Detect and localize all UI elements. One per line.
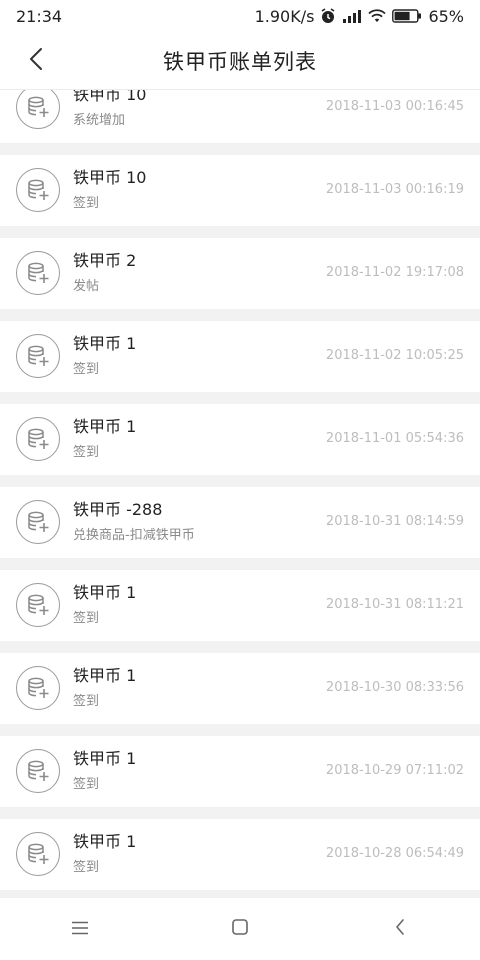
- record-text: 铁甲币 1 签到: [73, 333, 136, 379]
- record-text: 铁甲币 10 系统增加: [73, 90, 146, 130]
- battery-icon: [392, 9, 422, 23]
- app-header: 铁甲币账单列表: [0, 32, 480, 90]
- coin-stack-add-icon: [16, 334, 60, 378]
- record-time: 2018-10-30 08:33:56: [325, 680, 464, 695]
- record-reason: 签到: [73, 445, 100, 460]
- network-speed: 1.90K/s: [254, 6, 315, 26]
- list-item[interactable]: 铁甲币 2 发帖 2018-11-02 19:17:08: [0, 238, 480, 309]
- coin-stack-add-icon: [16, 500, 60, 544]
- record-reason: 签到: [73, 196, 100, 211]
- record-amount: 铁甲币 1: [73, 417, 137, 436]
- record-reason: 签到: [73, 611, 100, 626]
- coin-stack-add-icon: [16, 749, 60, 793]
- coin-stack-add-icon: [16, 168, 60, 212]
- wifi-icon: [368, 9, 387, 23]
- nav-back-button[interactable]: [370, 909, 430, 949]
- record-reason: 系统增加: [73, 113, 126, 128]
- menu-button[interactable]: [50, 909, 110, 949]
- coin-stack-add-icon: [16, 666, 60, 710]
- status-indicators: 1.90K/s 65%: [255, 7, 464, 26]
- record-reason: 发帖: [73, 279, 100, 294]
- list-item[interactable]: 铁甲币 10 签到 2018-11-03 00:16:19: [0, 155, 480, 226]
- page-title: 铁甲币账单列表: [163, 49, 317, 74]
- back-button[interactable]: [20, 44, 52, 78]
- coin-stack-add-icon: [16, 417, 60, 461]
- record-amount: 铁甲币 10: [73, 168, 147, 187]
- record-reason: 签到: [73, 860, 100, 875]
- record-text: 铁甲币 1 签到: [73, 748, 136, 794]
- list-item[interactable]: 铁甲币 1 签到 2018-10-28 06:54:49: [0, 819, 480, 890]
- record-amount: 铁甲币 10: [73, 90, 147, 104]
- record-time: 2018-10-28 06:54:49: [325, 846, 464, 861]
- signal-icon: [342, 9, 362, 23]
- list-item[interactable]: 铁甲币 1 签到 2018-10-30 08:33:56: [0, 653, 480, 724]
- coin-stack-add-icon: [16, 90, 60, 129]
- system-nav-bar: [0, 898, 480, 960]
- record-reason: 签到: [73, 777, 100, 792]
- list-item[interactable]: 铁甲币 1 签到 2018-11-01 05:54:36: [0, 404, 480, 475]
- record-time: 2018-10-31 08:11:21: [325, 597, 464, 612]
- record-time: 2018-11-01 05:54:36: [325, 431, 464, 446]
- list-item[interactable]: 铁甲币 1 签到 2018-11-02 10:05:25: [0, 321, 480, 392]
- record-amount: 铁甲币 1: [73, 334, 137, 353]
- status-time: 21:34: [16, 6, 63, 26]
- list-item[interactable]: 铁甲币 -288 兑换商品-扣减铁甲币 2018-10-31 08:14:59: [0, 487, 480, 558]
- chevron-left-icon: [394, 918, 406, 940]
- record-amount: 铁甲币 2: [73, 251, 137, 270]
- record-time: 2018-10-31 08:14:59: [325, 514, 464, 529]
- battery-level: 65%: [428, 6, 464, 26]
- record-time: 2018-11-03 00:16:19: [325, 182, 464, 197]
- menu-icon: [71, 920, 89, 939]
- coin-stack-add-icon: [16, 832, 60, 876]
- list-item[interactable]: 铁甲币 1 签到 2018-10-29 07:11:02: [0, 736, 480, 807]
- alarm-icon: [320, 8, 336, 24]
- coin-stack-add-icon: [16, 251, 60, 295]
- record-time: 2018-11-02 19:17:08: [325, 265, 464, 280]
- record-reason: 兑换商品-扣减铁甲币: [73, 528, 195, 543]
- coin-stack-add-icon: [16, 583, 60, 627]
- record-reason: 签到: [73, 362, 100, 377]
- record-text: 铁甲币 2 发帖: [73, 250, 136, 296]
- chevron-left-icon: [28, 47, 44, 75]
- record-time: 2018-10-29 07:11:02: [325, 763, 464, 778]
- home-button[interactable]: [210, 909, 270, 949]
- record-text: 铁甲币 1 签到: [73, 416, 136, 462]
- record-amount: 铁甲币 1: [73, 666, 137, 685]
- record-text: 铁甲币 -288 兑换商品-扣减铁甲币: [73, 499, 195, 545]
- record-text: 铁甲币 1 签到: [73, 582, 136, 628]
- record-amount: 铁甲币 -288: [73, 500, 163, 519]
- record-amount: 铁甲币 1: [73, 832, 137, 851]
- record-reason: 签到: [73, 694, 100, 709]
- record-amount: 铁甲币 1: [73, 583, 137, 602]
- status-bar: 21:34 1.90K/s 65%: [0, 0, 480, 32]
- bill-rows: 铁甲币 10 系统增加 2018-11-03 00:16:45 铁甲币 10 签到 201…: [0, 90, 480, 898]
- list-item[interactable]: 铁甲币 10 系统增加 2018-11-03 00:16:45: [0, 90, 480, 143]
- record-text: 铁甲币 1 签到: [73, 831, 136, 877]
- record-text: 铁甲币 1 签到: [73, 665, 136, 711]
- record-time: 2018-11-02 10:05:25: [325, 348, 464, 363]
- record-time: 2018-11-03 00:16:45: [325, 99, 464, 114]
- record-amount: 铁甲币 1: [73, 749, 137, 768]
- record-text: 铁甲币 10 签到: [73, 167, 146, 213]
- square-home-icon: [231, 918, 249, 940]
- bill-list[interactable]: 铁甲币 10 系统增加 2018-11-03 00:16:45 铁甲币 10 签到 201…: [0, 90, 480, 898]
- list-item[interactable]: 铁甲币 1 签到 2018-10-31 08:11:21: [0, 570, 480, 641]
